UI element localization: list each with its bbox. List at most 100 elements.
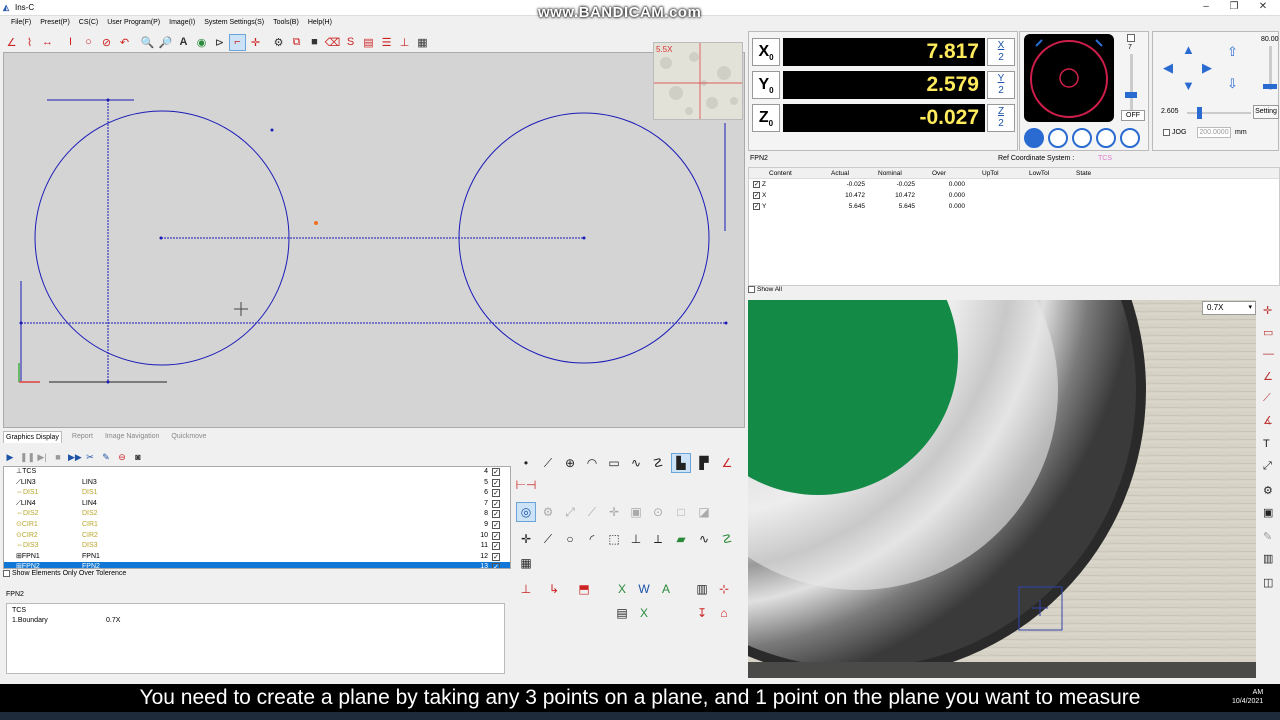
menu-cs[interactable]: CS(C)	[79, 17, 98, 29]
x-axis-label[interactable]: X0	[752, 38, 780, 66]
move-down-icon[interactable]: ▼	[1182, 78, 1195, 93]
export-excel-icon[interactable]: X	[612, 579, 632, 599]
feature-visible-checkbox[interactable]: ✓	[492, 520, 500, 529]
zoom-in-icon[interactable]: 🔍	[139, 34, 156, 51]
tab-image-navigation[interactable]: Image Navigation	[103, 431, 161, 443]
crosshair-icon[interactable]: ✛	[604, 502, 624, 522]
menu-image[interactable]: Image(I)	[169, 17, 195, 29]
calculator-icon[interactable]: ▦	[516, 553, 536, 573]
polyline-tool-icon[interactable]: ⌇	[21, 34, 38, 51]
no-entry-tool-icon[interactable]: ⊘	[98, 34, 115, 51]
freeform-tool-icon[interactable]: ☡	[648, 453, 668, 473]
tab-quickmove[interactable]: Quickmove	[169, 431, 208, 443]
rectangle-tool-icon[interactable]: ▭	[604, 453, 624, 473]
arc-center-tool-icon[interactable]: ◠	[582, 453, 602, 473]
fast-forward-icon[interactable]: ▶▶	[67, 449, 82, 463]
feature-row[interactable]: ⇔DIS1 DIS1 6 ✓	[4, 488, 510, 499]
y-axis-label[interactable]: Y0	[752, 71, 780, 99]
pause-icon[interactable]: ❚❚	[19, 449, 35, 463]
table-row[interactable]: ✓ Y 5.645 5.645 0.000	[749, 201, 1279, 212]
light-mode-coaxial-icon[interactable]	[1048, 128, 1068, 148]
light-slider[interactable]	[1130, 54, 1133, 110]
move-up-icon[interactable]: ▲	[1182, 42, 1195, 57]
tools-icon[interactable]: ✂	[83, 449, 97, 463]
feature-row[interactable]: ⊙CIR1 CIR1 9 ✓	[4, 520, 510, 531]
y-half-button[interactable]: Y2	[987, 71, 1015, 99]
x-half-button[interactable]: X2	[987, 38, 1015, 66]
construct-plane-icon[interactable]: ▰	[671, 529, 691, 549]
table-row[interactable]: ✓ X 10.472 10.472 0.000	[749, 190, 1279, 201]
menu-preset[interactable]: Preset(P)	[40, 17, 70, 29]
close-button[interactable]: ✕	[1249, 0, 1277, 14]
navigation-thumbnail[interactable]: 5.5X	[653, 42, 743, 120]
step-icon[interactable]: ▶|	[35, 449, 49, 463]
feature-row[interactable]: ⊥TCS 4 ✓	[4, 467, 510, 478]
feature-visible-checkbox[interactable]: ✓	[492, 552, 500, 561]
feature-row[interactable]: ⇔DIS2 DIS2 8 ✓	[4, 509, 510, 520]
tolerance-checkbox[interactable]	[3, 570, 10, 577]
step-slider-handle[interactable]	[1197, 107, 1202, 119]
construct-spline-icon[interactable]: ☡	[717, 529, 737, 549]
home-icon[interactable]: ⌂	[714, 603, 734, 623]
maximize-button[interactable]: ❐	[1220, 0, 1248, 14]
construct-arc-icon[interactable]: ◜	[582, 529, 602, 549]
delete-icon[interactable]: ⊖	[115, 449, 129, 463]
feature-visible-checkbox[interactable]: ✓	[492, 499, 500, 508]
auto-edge-icon[interactable]: ⤢	[560, 502, 580, 522]
angle-tool-icon[interactable]: ∠	[3, 34, 20, 51]
feature-visible-checkbox[interactable]: ✓	[492, 489, 500, 498]
plane-tool-icon[interactable]: ▙	[671, 453, 691, 473]
measure-tool-icon[interactable]: ⌐	[229, 33, 246, 51]
export-word-icon[interactable]: W	[634, 579, 654, 599]
row-checkbox[interactable]: ✓	[753, 203, 760, 210]
crosshair-tool-icon[interactable]: ✛	[1263, 304, 1272, 317]
vertical-line-tool-icon[interactable]: I	[62, 34, 79, 51]
arc-tool-icon[interactable]: ↶	[116, 34, 133, 51]
light-mode-bottom-icon[interactable]	[1120, 128, 1140, 148]
circle-tool-icon[interactable]: ○	[80, 34, 97, 51]
globe-icon[interactable]: ◉	[193, 34, 210, 51]
width-measure-icon[interactable]: ⊢⊣	[516, 475, 537, 495]
move-left-icon[interactable]: ◀	[1163, 60, 1173, 76]
menu-system-settings[interactable]: System Settings(S)	[204, 17, 264, 29]
feature-visible-checkbox[interactable]: ✓	[492, 563, 500, 568]
settings-gear-icon[interactable]: ⚙	[270, 34, 287, 51]
distance-tool-icon[interactable]: ↔	[39, 34, 56, 51]
excel-report-icon[interactable]: X	[634, 603, 654, 623]
camera-live-view[interactable]	[748, 300, 1256, 678]
rotate-icon[interactable]: ⊥	[396, 34, 413, 51]
settings-side-icon[interactable]: ⚙	[1263, 484, 1273, 497]
snapshot-icon[interactable]: S	[342, 34, 359, 51]
height-tool-icon[interactable]: ▛	[694, 453, 714, 473]
tab-report[interactable]: Report	[70, 431, 95, 443]
light-off-button[interactable]: OFF	[1121, 110, 1145, 121]
z-half-button[interactable]: Z2	[987, 104, 1015, 132]
move-tool-icon[interactable]: ✛	[247, 34, 264, 51]
marker-icon[interactable]: ↧	[692, 603, 712, 623]
coordinate-origin-icon[interactable]: ⊥	[516, 579, 536, 599]
coordinate-rotate-icon[interactable]: ↳	[544, 579, 564, 599]
show-all-option[interactable]: Show All	[748, 286, 782, 293]
setting-button[interactable]: Setting	[1253, 105, 1279, 119]
table-row[interactable]: ✓ Z -0.025 -0.025 0.000	[749, 179, 1279, 190]
align-icon[interactable]: ☰	[378, 34, 395, 51]
row-checkbox[interactable]: ✓	[753, 181, 760, 188]
menu-help[interactable]: Help(H)	[308, 17, 332, 29]
report-icon[interactable]: ▤	[360, 34, 377, 51]
frame-icon[interactable]: □	[671, 502, 691, 522]
feature-list[interactable]: ⊥TCS 4 ✓ ⟋LIN3 LIN3 5 ✓ ⇔DIS1 DIS1 6 ✓ ⟋LIN4 LIN4 7 ✓ ⇔…	[3, 466, 511, 569]
feature-row[interactable]: ⊞FPN1 FPN1 12 ✓	[4, 552, 510, 563]
light-mode-quadrant-icon[interactable]	[1072, 128, 1092, 148]
light-mode-segment-icon[interactable]	[1096, 128, 1116, 148]
feature-row[interactable]: ⟋LIN3 LIN3 5 ✓	[4, 478, 510, 489]
curve-tool-icon[interactable]: ∿	[626, 453, 646, 473]
camera-capture-icon[interactable]: ◙	[131, 449, 145, 463]
angle-measure-icon[interactable]: ∠	[717, 453, 737, 473]
feature-visible-checkbox[interactable]: ✓	[492, 542, 500, 551]
jog-checkbox[interactable]	[1163, 129, 1170, 136]
play-icon[interactable]: ▶	[3, 449, 17, 463]
jog-option[interactable]: JOG	[1163, 129, 1186, 136]
construct-angle-icon[interactable]: ⟂	[648, 529, 668, 549]
text-tool-icon[interactable]: A	[175, 34, 192, 51]
speed-slider-handle[interactable]	[1263, 84, 1277, 89]
